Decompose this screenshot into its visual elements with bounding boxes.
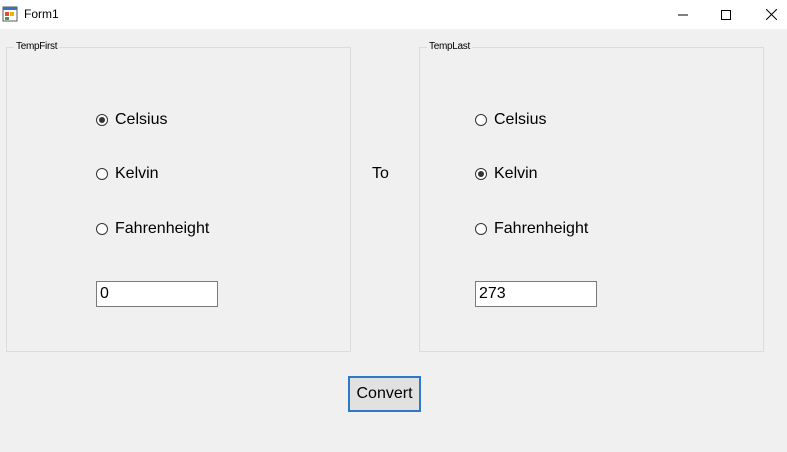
last-fahrenheight-label: Fahrenheight [494, 220, 589, 237]
convert-button[interactable]: Convert [348, 376, 421, 412]
first-celsius-label: Celsius [115, 111, 168, 128]
close-button[interactable] [748, 0, 787, 29]
first-celsius-radio[interactable]: Celsius [96, 110, 167, 130]
window-title: Form1 [24, 7, 59, 21]
last-value-input[interactable] [475, 281, 597, 307]
minimize-icon [678, 14, 688, 15]
last-kelvin-label: Kelvin [494, 165, 538, 182]
last-kelvin-radio-circle[interactable] [475, 168, 487, 180]
first-value-input[interactable] [96, 281, 218, 307]
first-kelvin-radio-circle[interactable] [96, 168, 108, 180]
last-celsius-radio[interactable]: Celsius [475, 110, 546, 130]
first-fahrenheight-radio-circle[interactable] [96, 223, 108, 235]
last-celsius-radio-circle[interactable] [475, 114, 487, 126]
temp-first-legend: TempFirst [14, 41, 60, 52]
close-icon [765, 9, 777, 20]
first-fahrenheight-label: Fahrenheight [115, 220, 210, 237]
first-fahrenheight-radio[interactable]: Fahrenheight [96, 219, 209, 239]
last-celsius-label: Celsius [494, 111, 547, 128]
last-fahrenheight-radio[interactable]: Fahrenheight [475, 219, 588, 239]
app-form-icon [2, 6, 18, 22]
last-fahrenheight-radio-circle[interactable] [475, 223, 487, 235]
maximize-icon [721, 9, 731, 20]
to-label: To [372, 165, 389, 182]
maximize-button[interactable] [703, 0, 749, 29]
title-bar[interactable]: Form1 [0, 0, 787, 29]
convert-button-label: Convert [356, 385, 413, 402]
first-kelvin-radio[interactable]: Kelvin [96, 164, 159, 184]
minimize-button[interactable] [660, 0, 706, 29]
first-kelvin-label: Kelvin [115, 165, 159, 182]
first-celsius-radio-circle[interactable] [96, 114, 108, 126]
temp-last-legend: TempLast [427, 41, 472, 52]
last-kelvin-radio[interactable]: Kelvin [475, 164, 538, 184]
